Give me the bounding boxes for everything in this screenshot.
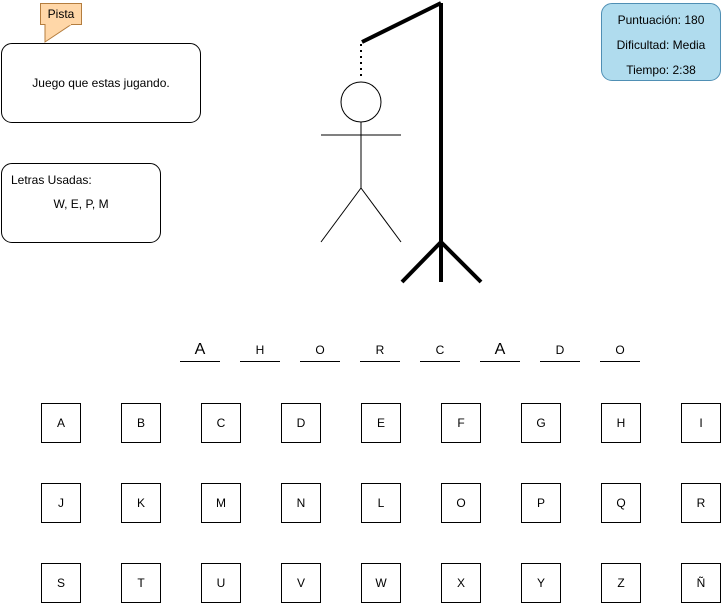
letter-key[interactable]: S [41,563,81,603]
word-slot: C [420,340,460,362]
letter-key[interactable]: O [441,483,481,523]
letter-key[interactable]: K [121,483,161,523]
word-slot-underline [180,361,220,362]
figure-left-leg [320,187,362,243]
letter-key[interactable]: H [601,403,641,443]
figure-head [340,81,382,123]
letter-key[interactable]: F [441,403,481,443]
word-slot: H [240,340,280,362]
letter-key[interactable]: B [121,403,161,443]
letter-key[interactable]: N [281,483,321,523]
letter-key[interactable]: Ñ [681,563,721,603]
hangman-drawing [320,1,483,284]
letter-key[interactable]: G [521,403,561,443]
letter-key[interactable]: Q [601,483,641,523]
letter-key[interactable]: C [201,403,241,443]
letter-key[interactable]: P [521,483,561,523]
word-slot-letter: H [255,343,265,357]
word-slot-letter: O [315,343,325,357]
word-slot-underline [540,361,580,362]
word-slot: A [480,340,520,362]
letter-key[interactable]: E [361,403,401,443]
letter-key[interactable]: Y [521,563,561,603]
letter-key[interactable]: V [281,563,321,603]
letter-key[interactable]: Z [601,563,641,603]
letter-key[interactable]: J [41,483,81,523]
word-slot-letter: O [615,343,625,357]
letter-key[interactable]: X [441,563,481,603]
letter-key[interactable]: L [361,483,401,523]
letter-key[interactable]: A [41,403,81,443]
word-slot-underline [420,361,460,362]
letter-key[interactable]: D [281,403,321,443]
word-slot-letter: R [375,343,385,357]
word-slot: O [600,340,640,362]
figure-right-leg [360,187,402,243]
word-slot-letter: D [555,343,565,357]
letter-key[interactable]: U [201,563,241,603]
word-slot: D [540,340,580,362]
letter-key[interactable]: I [681,403,721,443]
word-slot-underline [300,361,340,362]
word-slot: A [180,340,220,362]
hanged-figure [320,81,402,243]
letter-key[interactable]: W [361,563,401,603]
letter-key[interactable]: T [121,563,161,603]
word-slot-underline [480,361,520,362]
word-slot: R [360,340,400,362]
word-slot-underline [600,361,640,362]
word-slot-underline [360,361,400,362]
word-slot-underline [240,361,280,362]
gallows [361,1,483,284]
word-slot-letter: A [194,341,206,358]
letter-key[interactable]: M [201,483,241,523]
letter-key[interactable]: R [681,483,721,523]
word-slot-letter: A [494,341,506,358]
word-slot-letter: C [435,343,445,357]
word-slot: O [300,340,340,362]
